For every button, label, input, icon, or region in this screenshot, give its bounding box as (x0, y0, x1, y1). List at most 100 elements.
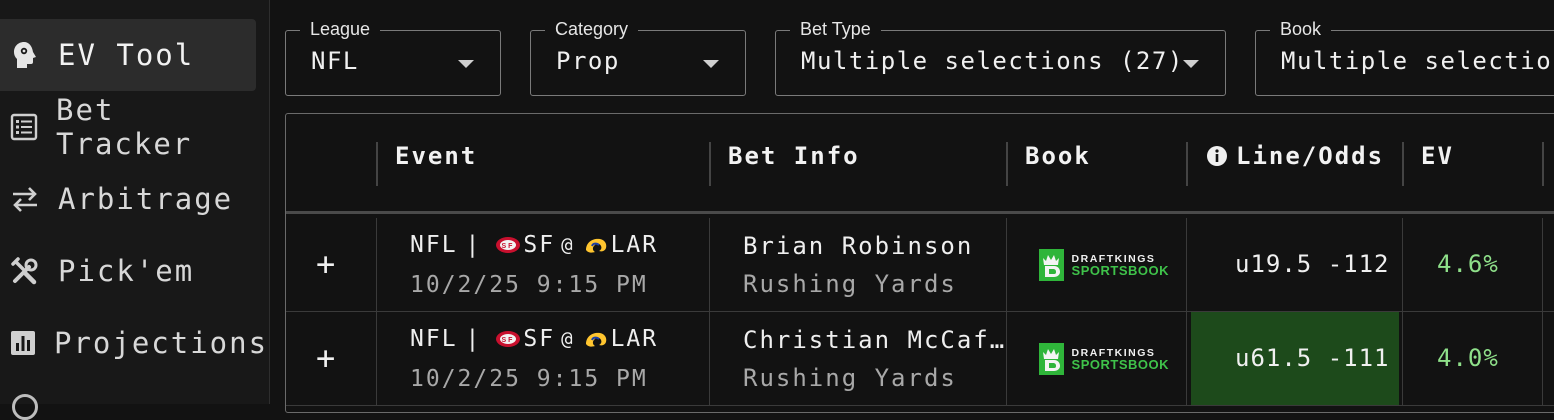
column-divider[interactable] (1006, 142, 1008, 186)
event-league: NFL (410, 232, 458, 258)
bet-line: u61.5 (1235, 344, 1313, 372)
sidebar-item-ev-tool[interactable]: EV Tool (0, 19, 256, 91)
league-select[interactable]: League NFL (285, 17, 501, 96)
draftkings-logo: DRAFTKINGS SPORTSBOOK (1039, 248, 1169, 282)
event-separator: | (465, 326, 482, 352)
away-team: SF (523, 326, 556, 352)
column-header-line-odds[interactable]: Line/Odds (1206, 142, 1384, 170)
sidebar-item-projections[interactable]: Projections (0, 307, 266, 379)
swap-arrows-icon (10, 184, 40, 214)
column-header-bet-info[interactable]: Bet Info (728, 142, 860, 170)
sidebar-item-label: Pick'em (58, 254, 195, 288)
cell-divider (1186, 218, 1187, 311)
bet-odds: -111 (1327, 344, 1390, 372)
category-select[interactable]: Category Prop (530, 17, 746, 96)
book-select[interactable]: Book Multiple selections (1255, 17, 1554, 96)
column-divider[interactable] (1542, 142, 1544, 186)
chevron-down-icon (458, 60, 474, 68)
event-league: NFL (410, 326, 458, 352)
event-datetime: 10/2/25 9:15 PM (410, 366, 648, 392)
column-divider[interactable] (1402, 142, 1404, 186)
49ers-logo-icon: SF (496, 237, 521, 253)
event-separator: | (465, 232, 482, 258)
draftkings-crown-icon (1039, 249, 1064, 281)
book-value: Multiple selections (1281, 47, 1554, 75)
sidebar-item-arbitrage[interactable]: Arbitrage (0, 163, 256, 235)
chevron-down-icon (1183, 60, 1199, 68)
sidebar-item-label: Arbitrage (58, 182, 234, 216)
sidebar-item-label: Bet Tracker (56, 93, 193, 161)
book-label: Book (1270, 17, 1332, 41)
bet-market: Rushing Yards (743, 270, 957, 298)
event-matchup: NFL | SF SF @ LAR (410, 232, 658, 258)
column-header-book[interactable]: Book (1025, 142, 1091, 170)
column-divider[interactable] (709, 142, 711, 186)
line-odds-value: u61.5 -111 (1235, 344, 1390, 372)
home-team: LAR (610, 232, 659, 258)
bet-type-label: Bet Type (790, 17, 881, 41)
sidebar-item-pickem[interactable]: Pick'em (0, 235, 256, 307)
cell-divider (1006, 218, 1007, 311)
category-label: Category (545, 17, 639, 41)
draftkings-crown-icon (1039, 343, 1064, 375)
bet-player: Brian Robinson (743, 232, 974, 260)
cell-divider (376, 312, 377, 405)
at-symbol: @ (561, 328, 575, 350)
column-divider[interactable] (1186, 142, 1188, 186)
expand-row-button[interactable]: + (316, 342, 335, 374)
book-name-line2: SPORTSBOOK (1071, 263, 1169, 278)
draftkings-logo: DRAFTKINGS SPORTSBOOK (1039, 342, 1169, 376)
ev-value: 4.6% (1437, 250, 1499, 278)
cell-divider (709, 218, 710, 311)
event-datetime: 10/2/25 9:15 PM (410, 272, 648, 298)
49ers-logo-icon: SF (496, 331, 521, 347)
column-header-ev[interactable]: EV (1421, 142, 1454, 170)
bet-odds: -112 (1327, 250, 1390, 278)
cell-divider (1402, 312, 1403, 405)
chevron-down-icon (703, 60, 719, 68)
brain-head-icon (10, 40, 40, 70)
bet-type-select[interactable]: Bet Type Multiple selections (27) (775, 17, 1226, 96)
cell-divider (1402, 218, 1403, 311)
line-odds-value: u19.5 -112 (1235, 250, 1390, 278)
sidebar-item-label: Projections (54, 326, 269, 360)
sidebar-item-label: EV Tool (58, 38, 195, 72)
bet-line: u19.5 (1235, 250, 1313, 278)
ev-value: 4.0% (1437, 344, 1499, 372)
svg-text:SF: SF (502, 243, 515, 250)
table-header: Event Bet Info Book Line/Odds EV (286, 114, 1554, 214)
svg-text:SF: SF (502, 337, 515, 344)
book-name-line2: SPORTSBOOK (1071, 357, 1169, 372)
bet-type-value: Multiple selections (27) (801, 47, 1184, 75)
info-icon[interactable] (1206, 145, 1228, 167)
line-odds-cell[interactable]: u19.5 -112 (1189, 218, 1401, 311)
cell-divider (376, 218, 377, 311)
rams-logo-icon (585, 332, 606, 347)
table-row[interactable]: + NFL | SF SF @ LAR 10/2/25 9:15 PM Chri… (286, 312, 1554, 406)
away-team: SF (523, 232, 556, 258)
tools-icon (10, 256, 40, 286)
user-icon[interactable] (12, 394, 38, 420)
at-symbol: @ (561, 234, 575, 256)
column-header-event[interactable]: Event (395, 142, 477, 170)
sidebar-item-bet-tracker[interactable]: Bet Tracker (0, 91, 256, 163)
column-divider[interactable] (376, 142, 378, 186)
category-value: Prop (556, 47, 620, 75)
line-odds-label: Line/Odds (1236, 142, 1385, 170)
cell-divider (1186, 312, 1187, 405)
cell-divider (1542, 218, 1543, 311)
list-icon (10, 112, 38, 142)
table-row[interactable]: + NFL | SF SF @ LAR 10/2/25 9:15 PM Bria… (286, 218, 1554, 312)
rams-logo-icon (585, 238, 606, 253)
home-team: LAR (610, 326, 659, 352)
bar-chart-icon (10, 328, 36, 358)
bets-table: Event Bet Info Book Line/Odds EV + NFL |… (285, 113, 1554, 413)
line-odds-cell-highlighted[interactable]: u61.5 -111 (1191, 312, 1399, 405)
cell-divider (1542, 312, 1543, 405)
expand-row-button[interactable]: + (316, 248, 335, 280)
league-value: NFL (311, 47, 359, 75)
event-matchup: NFL | SF SF @ LAR (410, 326, 658, 352)
bet-market: Rushing Yards (743, 364, 957, 392)
sidebar: EV Tool Bet Tracker Arbitrage Pick'em Pr… (0, 0, 270, 420)
cell-divider (709, 312, 710, 405)
